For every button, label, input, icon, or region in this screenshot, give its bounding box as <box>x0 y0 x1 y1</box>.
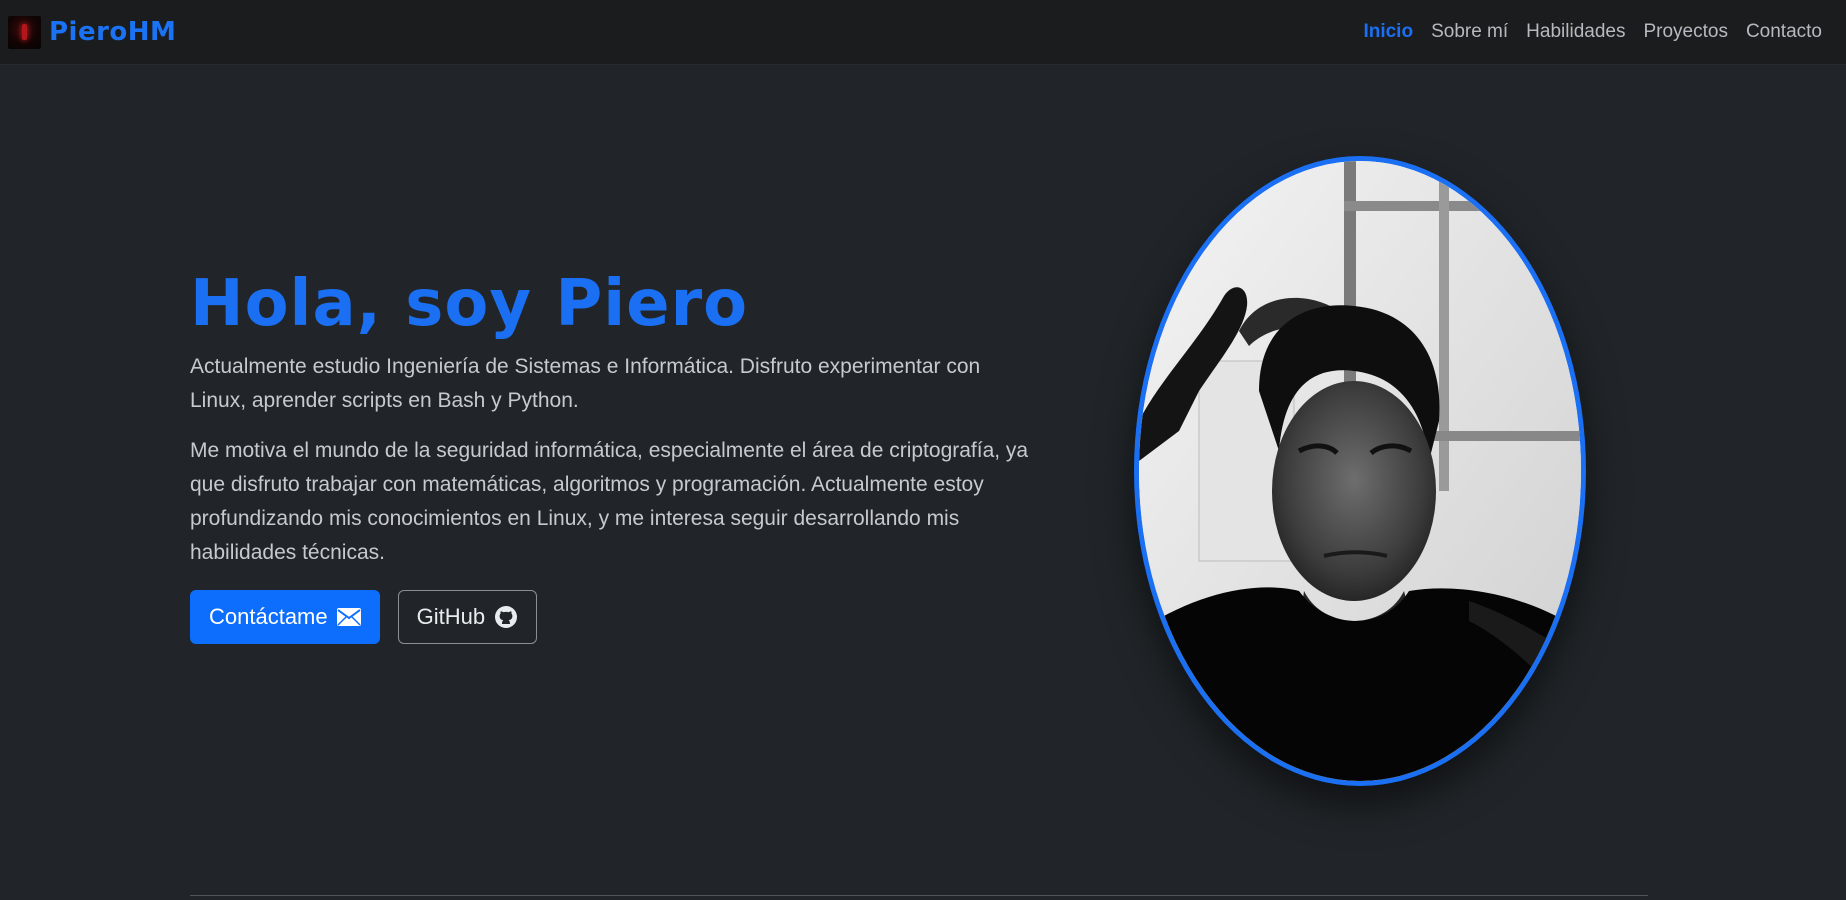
hero-paragraph-study: Actualmente estudio Ingeniería de Sistem… <box>190 355 981 412</box>
hero-section: Hola, soy Piero Actualmente estudio Inge… <box>190 270 1030 644</box>
profile-photo <box>1134 156 1586 786</box>
contact-button-label: Contáctame <box>209 604 328 629</box>
brand-name: PieroHM <box>49 17 177 47</box>
envelope-icon <box>336 608 361 626</box>
github-icon <box>494 605 518 629</box>
hero-title: Hola, soy Piero <box>190 267 749 341</box>
hero-paragraph-security: Me motiva el mundo de la seguridad infor… <box>190 439 1029 564</box>
nav-item-proyectos[interactable]: Proyectos <box>1643 21 1727 43</box>
section-divider <box>190 895 1648 896</box>
nav-item-contacto[interactable]: Contacto <box>1746 21 1822 43</box>
brand-link[interactable]: PieroHM <box>8 15 177 49</box>
nav-item-habilidades[interactable]: Habilidades <box>1526 21 1625 43</box>
nav-item-sobre-mi[interactable]: Sobre mí <box>1431 21 1508 43</box>
brand-logo-icon <box>8 15 41 49</box>
hero-buttons: Contáctame GitHub <box>190 590 1030 644</box>
github-button[interactable]: GitHub <box>397 590 538 644</box>
navbar: PieroHM Inicio Sobre mí Habilidades Proy… <box>0 0 1846 64</box>
github-button-label: GitHub <box>416 604 486 629</box>
contact-button[interactable]: Contáctame <box>190 590 380 644</box>
nav-item-inicio[interactable]: Inicio <box>1363 21 1413 43</box>
nav-links: Inicio Sobre mí Habilidades Proyectos Co… <box>1363 21 1822 43</box>
